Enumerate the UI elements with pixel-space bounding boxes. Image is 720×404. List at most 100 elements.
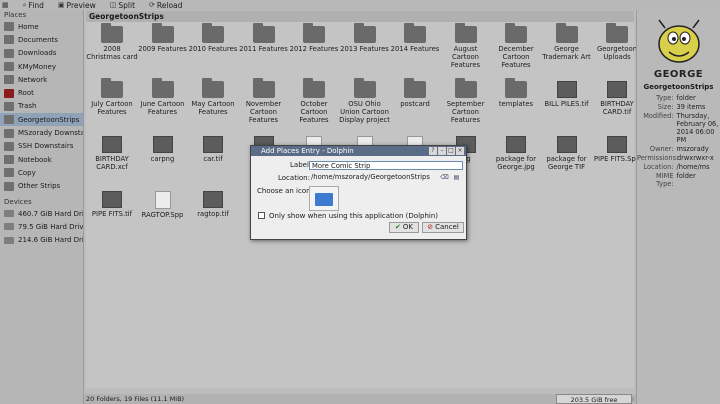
- info-key: Permissions:: [637, 154, 679, 162]
- folder-item[interactable]: October Cartoon Features: [288, 78, 340, 124]
- file-item[interactable]: package for George TIF: [541, 136, 593, 171]
- check-icon: ✔: [395, 223, 401, 231]
- file-name: ragtop.tif: [197, 210, 229, 218]
- device-item[interactable]: 79.5 GiB Hard Drive: [0, 220, 83, 233]
- sidebar-item-kmymoney[interactable]: KMyMoney: [0, 60, 83, 73]
- dialog-titlebar[interactable]: Add Places Entry - Dolphin ? – □ ×: [251, 146, 466, 156]
- folder-icon: [315, 193, 333, 206]
- toolbar-find-button[interactable]: ⌕ Find: [23, 1, 44, 10]
- file-name: PIPE FITS.tif: [91, 210, 133, 218]
- sidebar-item-other-strips[interactable]: Other Strips: [0, 180, 83, 193]
- minimize-icon[interactable]: –: [438, 147, 446, 155]
- help-icon[interactable]: ?: [429, 147, 437, 155]
- file-item[interactable]: RAGTOP.Spp: [137, 191, 189, 219]
- file-item[interactable]: car.tif: [187, 136, 239, 163]
- file-item[interactable]: ragtop.tif: [187, 191, 239, 218]
- sidebar-item-network[interactable]: Network: [0, 73, 83, 86]
- file-name: 2010 Features: [188, 45, 238, 53]
- folder-item[interactable]: George Trademark Art: [541, 23, 593, 61]
- info-row: MIME Type: folder: [637, 172, 720, 188]
- file-item[interactable]: BILL PILES.tif: [541, 81, 593, 108]
- sidebar-item-root[interactable]: Root: [0, 86, 83, 99]
- folder-icon: [101, 23, 123, 43]
- file-item[interactable]: package for George.jpg: [490, 136, 542, 171]
- folder-item[interactable]: 2012 Features: [288, 23, 340, 53]
- file-name: December Cartoon Features: [498, 45, 534, 69]
- file-item[interactable]: carpng: [137, 136, 189, 163]
- icon-caption: Choose an icon:: [257, 187, 313, 195]
- george-logo: GEORGE: [645, 18, 713, 80]
- sidebar-item-ssh-downstairs[interactable]: SSH Downstairs: [0, 140, 83, 153]
- file-name: BILL PILES.tif: [544, 100, 589, 108]
- clear-location-icon[interactable]: ⌫: [440, 173, 449, 182]
- folder-item[interactable]: 2009 Features: [137, 23, 189, 53]
- image-file-icon: [506, 136, 526, 153]
- sidebar-item-notebook[interactable]: Notebook: [0, 153, 83, 166]
- file-name: November Cartoon Features: [245, 100, 282, 124]
- folder-icon: [151, 23, 174, 43]
- ok-label: OK: [402, 223, 413, 231]
- folder-item[interactable]: 2014 Features: [389, 23, 441, 53]
- device-item[interactable]: 460.7 GiB Hard Drive: [0, 207, 83, 220]
- sidebar-item-mszorady-downsta[interactable]: MSzorady Downsta: [0, 126, 83, 139]
- folder-icon: [101, 78, 123, 98]
- folder-item[interactable]: September Cartoon Features: [440, 78, 492, 124]
- label-input[interactable]: More Comic Strip: [309, 161, 463, 170]
- folder-item[interactable]: December Cartoon Features: [490, 23, 542, 69]
- file-name: 2013 Features: [340, 45, 389, 53]
- grid-icon: ▦: [2, 1, 9, 9]
- info-value: mszorady: [676, 145, 709, 153]
- file-name: 2011 Features: [239, 45, 288, 53]
- folder-item[interactable]: August Cartoon Features: [440, 23, 492, 69]
- ok-button[interactable]: ✔ OK: [389, 222, 419, 233]
- sidebar-item-home[interactable]: Home: [0, 20, 83, 33]
- folder-item[interactable]: 2008 Christmas card: [86, 23, 138, 61]
- sidebar-item-label: Other Strips: [18, 182, 61, 191]
- sidebar-item-documents[interactable]: Documents: [0, 33, 83, 46]
- file-name: RAGTOP.Spp: [141, 211, 184, 219]
- toolbar-view-button[interactable]: ▦: [2, 1, 9, 9]
- folder-item[interactable]: 2010 Features: [187, 23, 239, 53]
- sidebar-item-trash[interactable]: Trash: [0, 100, 83, 113]
- status-bar: 20 Folders, 19 Files (11.1 MiB): [84, 394, 636, 404]
- breadcrumb[interactable]: GeorgetoonStrips: [86, 11, 634, 22]
- place-icon: [4, 155, 14, 165]
- file-item[interactable]: BIRTHDAY CARD.xcf: [86, 136, 138, 171]
- device-item[interactable]: 214.6 GiB Hard Drive: [0, 233, 83, 246]
- close-icon[interactable]: ×: [456, 147, 464, 155]
- sidebar-item-copy[interactable]: Copy: [0, 166, 83, 179]
- sidebar-item-georgetoonstrips[interactable]: GeorgetoonStrips: [0, 113, 83, 127]
- image-file-icon: [556, 136, 577, 153]
- file-name: 2012 Features: [289, 45, 339, 53]
- folder-item[interactable]: templates: [490, 78, 542, 108]
- cancel-icon: ⊘: [427, 223, 434, 231]
- place-icon: [4, 48, 14, 58]
- folder-item[interactable]: May Cartoon Features: [187, 78, 239, 116]
- file-item[interactable]: PIPE FITS.tif: [86, 191, 138, 218]
- sidebar-item-label: Trash: [18, 102, 37, 111]
- sidebar-item-downloads[interactable]: Downloads: [0, 47, 83, 60]
- folder-item[interactable]: November Cartoon Features: [238, 78, 290, 124]
- split-label: Split: [118, 0, 136, 10]
- sidebar-item-label: Notebook: [18, 155, 52, 164]
- toolbar-preview-button[interactable]: ▣ Preview: [58, 1, 96, 10]
- info-key: Location:: [643, 163, 674, 171]
- sidebar-item-label: GeorgetoonStrips: [18, 115, 80, 124]
- cancel-button[interactable]: ⊘ Cancel: [422, 222, 464, 233]
- folder-item[interactable]: postcard: [389, 78, 441, 108]
- toolbar-split-button[interactable]: ◫ Split: [110, 1, 135, 10]
- folder-item[interactable]: June Cartoon Features: [137, 78, 189, 116]
- maximize-icon[interactable]: □: [447, 147, 455, 155]
- info-value: drwxrwxr-x: [677, 154, 714, 162]
- folder-item[interactable]: 2011 Features: [238, 23, 290, 53]
- browse-folder-icon[interactable]: ▤: [452, 173, 461, 182]
- choose-icon-button[interactable]: [309, 186, 339, 211]
- application-only-checkbox[interactable]: [258, 212, 265, 219]
- toolbar-reload-button[interactable]: ⟳ Reload: [149, 1, 182, 10]
- folder-item[interactable]: 2013 Features: [339, 23, 391, 53]
- location-input[interactable]: /home/mszorady/GeorgetoonStrips: [309, 173, 439, 182]
- folder-item[interactable]: July Cartoon Features: [86, 78, 138, 116]
- devices-list: 460.7 GiB Hard Drive 79.5 GiB Hard Drive 2…: [0, 207, 83, 247]
- folder-item[interactable]: OSU Ohio Union Cartoon Display project: [339, 78, 391, 124]
- folder-icon: [303, 23, 325, 43]
